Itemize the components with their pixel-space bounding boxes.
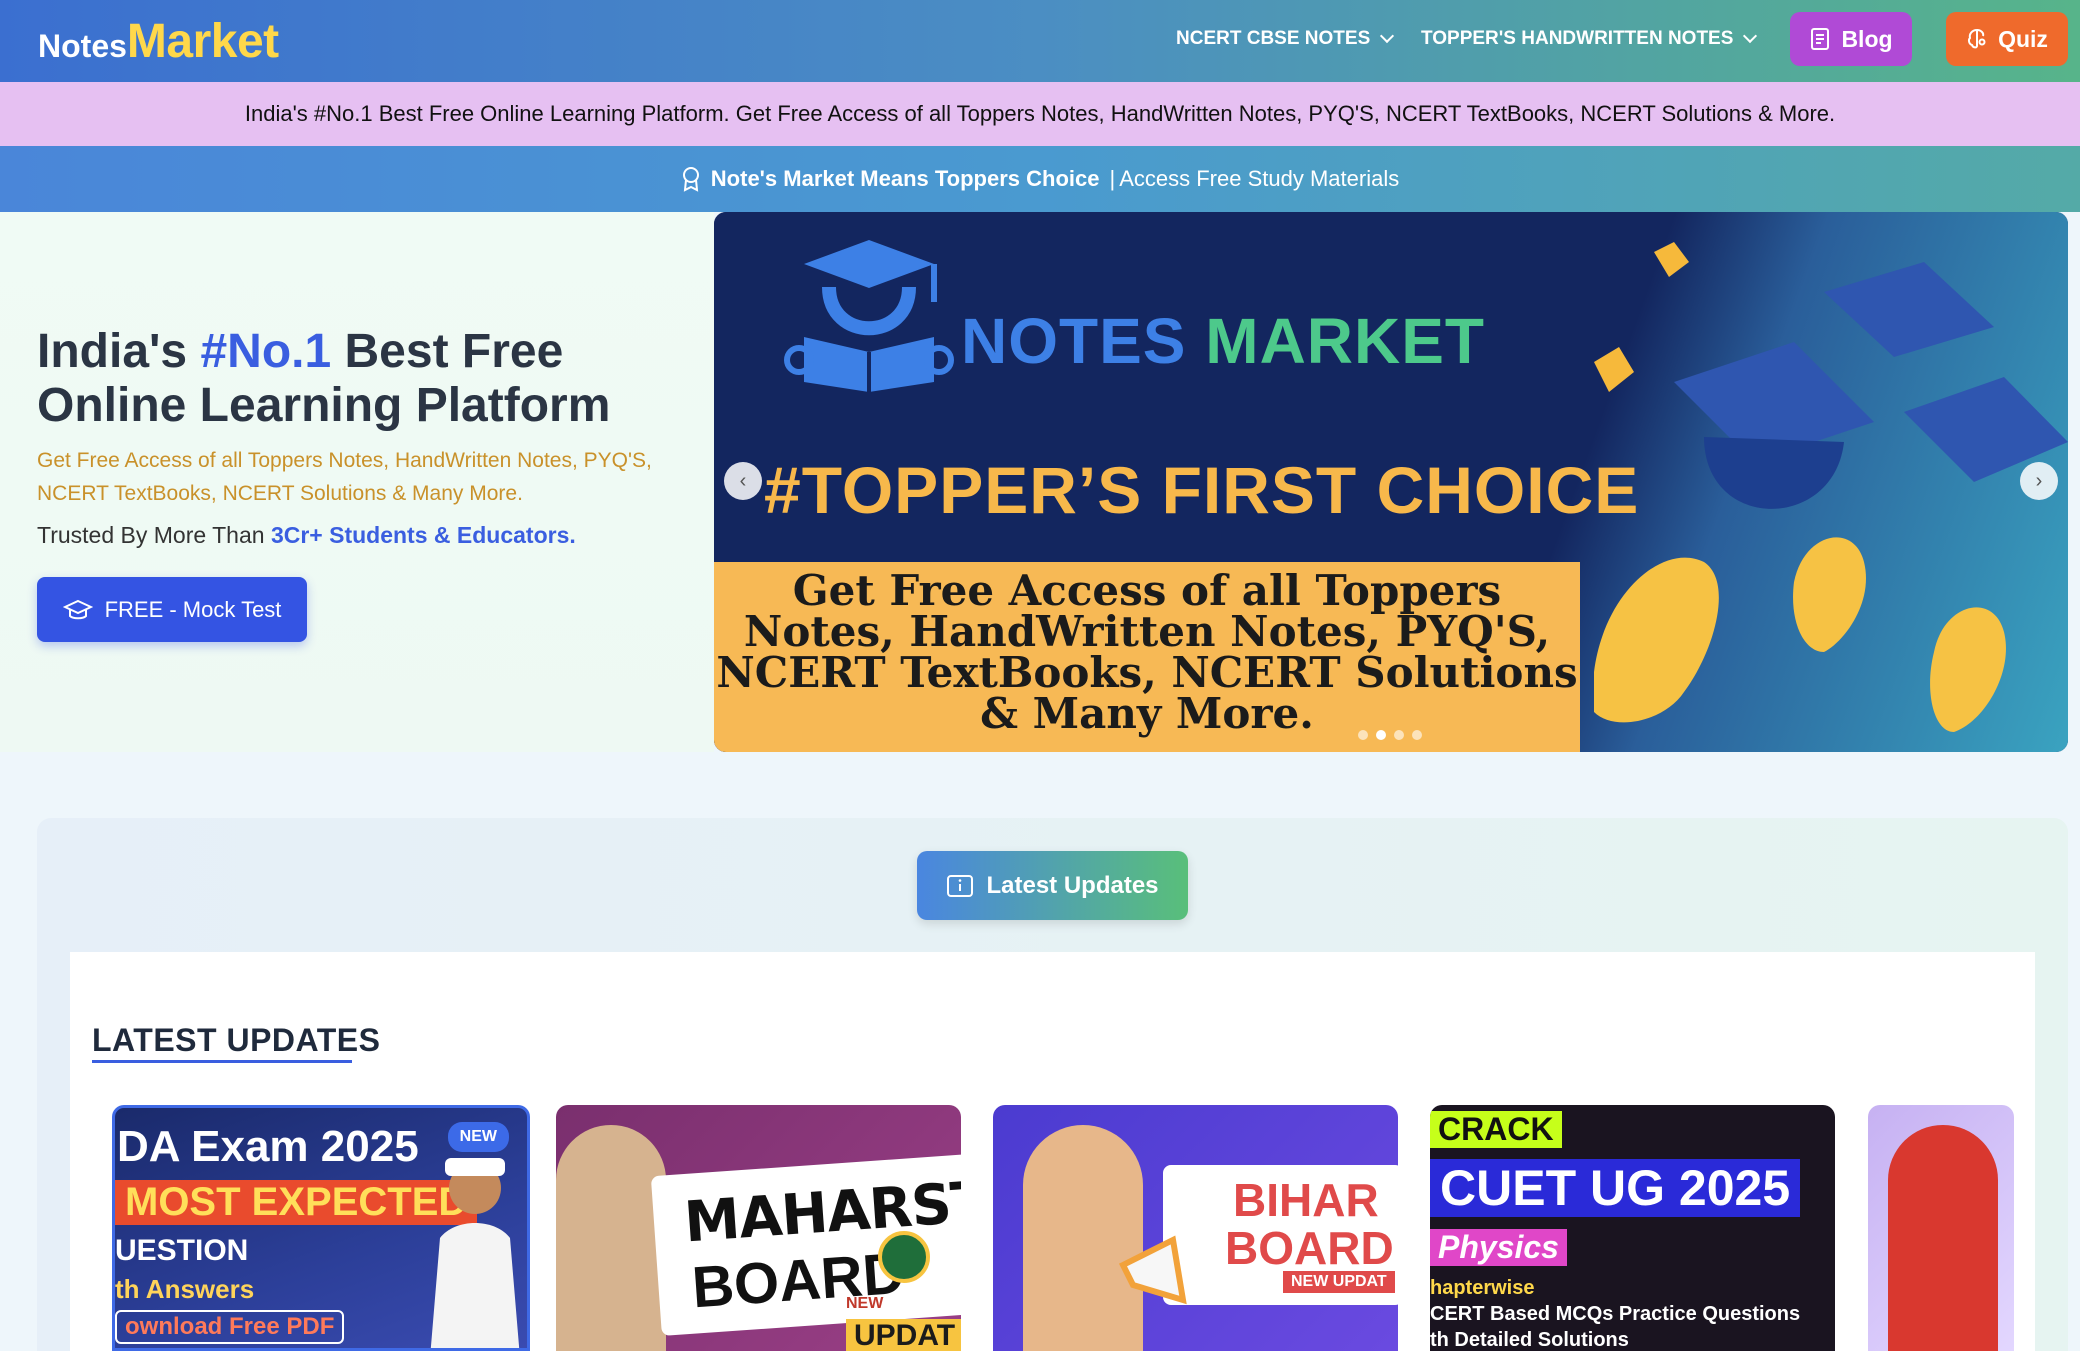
board-emblem-icon: [878, 1231, 930, 1283]
brand-logo[interactable]: Notes Market: [38, 14, 279, 69]
heading-underline: [92, 1060, 352, 1063]
hero-trust-line: Trusted By More Than 3Cr+ Students & Edu…: [37, 522, 576, 549]
nda-question: UESTION: [115, 1234, 249, 1267]
latest-updates-button[interactable]: Latest Updates: [917, 851, 1188, 920]
carousel-dot[interactable]: [1358, 730, 1368, 740]
nda-title: DA Exam 2025: [117, 1122, 419, 1171]
student-with-laptop-illustration: [1888, 1125, 1998, 1351]
carousel-prev-arrow-icon[interactable]: ‹: [724, 462, 762, 500]
brand-part-notes: Notes: [38, 28, 127, 64]
free-mock-test-button[interactable]: FREE - Mock Test: [37, 577, 307, 642]
student-illustration: [556, 1125, 666, 1351]
carousel-dot[interactable]: [1376, 730, 1386, 740]
hero-title-pre: India's: [37, 325, 201, 378]
nav-toppers-handwritten-notes-label: TOPPER'S HANDWRITTEN NOTES: [1421, 28, 1734, 49]
top-navbar: Notes Market NCERT CBSE NOTES TOPPER'S H…: [0, 0, 2080, 82]
carousel-logo-market: MARKET: [1205, 305, 1485, 377]
megaphone-icon: [1118, 1235, 1187, 1305]
update-card-bihar-board[interactable]: BIHAR BOARD NEW UPDAT: [993, 1105, 1398, 1351]
cuet-physics: Physics: [1430, 1229, 1567, 1266]
hero-subtitle: Get Free Access of all Toppers Notes, Ha…: [37, 449, 652, 505]
cuet-chapterwise: hapterwise: [1430, 1277, 1535, 1299]
tagline-strong: Note's Market Means Toppers Choice: [710, 166, 1100, 191]
graduation-caps-illustration: [1594, 242, 2068, 732]
brain-icon: [1968, 28, 1986, 49]
quiz-label: Quiz: [1998, 25, 2048, 52]
nav-ncert-cbse-notes[interactable]: NCERT CBSE NOTES: [1176, 28, 1395, 50]
blog-button[interactable]: Blog: [1790, 12, 1912, 66]
latest-updates-label: Latest Updates: [986, 871, 1159, 899]
carousel-highlight-text: Get Free Access of all Toppers Notes, Ha…: [716, 566, 1578, 738]
promo-banner: India's #No.1 Best Free Online Learning …: [0, 82, 2080, 146]
bihar-new-update: NEW UPDAT: [1283, 1271, 1395, 1293]
quiz-button[interactable]: Quiz: [1946, 12, 2068, 66]
promo-banner-text: India's #No.1 Best Free Online Learning …: [244, 101, 1836, 126]
update-card-nda-exam[interactable]: DA Exam 2025 NEW MOST EXPECTED UESTION t…: [112, 1105, 530, 1351]
nda-with-answers: th Answers: [115, 1274, 255, 1304]
cuet-title: CUET UG 2025: [1430, 1159, 1801, 1217]
notebook-icon: [1811, 28, 1830, 50]
cuet-solutions: th Detailed Solutions: [1430, 1329, 1629, 1351]
update-card-maharashtra-board[interactable]: MAHARSTRA BOARD NEW UPDAT: [556, 1105, 961, 1351]
nav-ncert-cbse-notes-label: NCERT CBSE NOTES: [1176, 28, 1371, 49]
brand-part-market: Market: [126, 15, 279, 68]
tagline-separator: |: [1109, 166, 1116, 191]
carousel-logo-notes: NOTES: [961, 305, 1206, 377]
bihar-text: BIHAR: [1233, 1174, 1379, 1226]
bihar-board-text: BOARD: [1225, 1222, 1394, 1274]
info-square-icon: [947, 874, 974, 897]
blog-label: Blog: [1841, 25, 1893, 52]
hero-trust-highlight: 3Cr+ Students & Educators.: [270, 522, 576, 548]
cuet-crack: CRACK: [1430, 1111, 1562, 1148]
graduation-cap-icon: [62, 599, 93, 619]
nda-download-pdf: ownload Free PDF: [115, 1310, 345, 1344]
naval-officer-illustration: [430, 1158, 520, 1348]
hero-title: India's #No.1 Best Free Online Learning …: [37, 325, 697, 433]
carousel-headline: #TOPPER’S FIRST CHOICE: [764, 453, 1640, 527]
update-tag: UPDAT: [846, 1319, 961, 1351]
update-card-cuet-ug[interactable]: CRACK CUET UG 2025 Physics hapterwise CE…: [1430, 1105, 1835, 1351]
award-ribbon-icon: [682, 167, 699, 192]
update-card-partial[interactable]: [1868, 1105, 2014, 1351]
carousel-next-arrow-icon[interactable]: ›: [2020, 462, 2058, 500]
latest-updates-heading: LATEST UPDATES: [92, 1022, 381, 1058]
carousel-logo-text: NOTES MARKET: [961, 304, 1485, 378]
new-tag: NEW: [846, 1295, 884, 1312]
student-reading-logo-icon: [784, 240, 954, 392]
chevron-down-icon: [1380, 28, 1395, 44]
nav-toppers-handwritten-notes[interactable]: TOPPER'S HANDWRITTEN NOTES: [1421, 28, 1758, 50]
tagline-rest: Access Free Study Materials: [1119, 166, 1400, 191]
carousel-dot[interactable]: [1412, 730, 1422, 740]
hero-trust-pre: Trusted By More Than: [37, 522, 271, 548]
hero-carousel[interactable]: NOTES MARKET #TOPPER’S FIRST CHOICE Get …: [714, 212, 2068, 752]
carousel-dots: [1358, 730, 1422, 740]
tagline-banner: Note's Market Means Toppers Choice | Acc…: [0, 146, 2080, 212]
carousel-dot[interactable]: [1394, 730, 1404, 740]
free-mock-test-label: FREE - Mock Test: [104, 596, 282, 622]
cuet-ncert-mcqs: CERT Based MCQs Practice Questions: [1430, 1303, 1801, 1325]
hero-title-accent: #No.1: [200, 325, 332, 378]
chevron-down-icon: [1743, 28, 1758, 44]
